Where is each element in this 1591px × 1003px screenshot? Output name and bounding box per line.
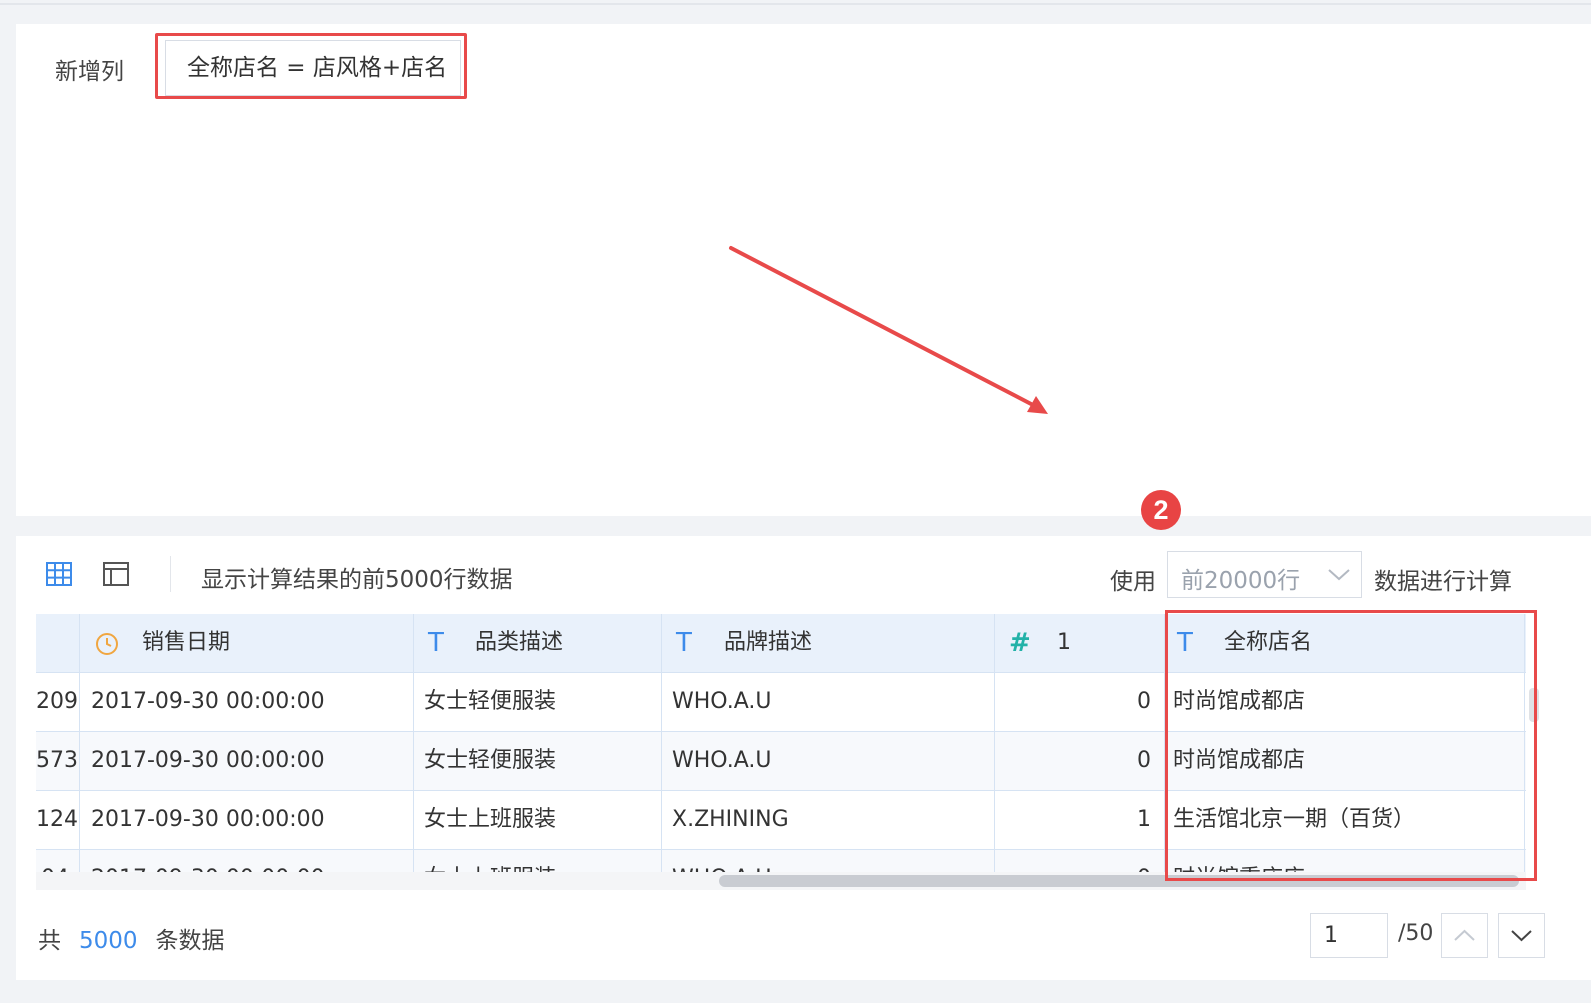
- cell-number: 0: [995, 673, 1165, 732]
- layout-view-icon[interactable]: [102, 560, 130, 588]
- cell-category: 女士上班服装: [414, 850, 662, 872]
- cell-brand: WHO.A.U: [662, 673, 995, 732]
- cell-category: 女士上班服装: [414, 791, 662, 850]
- cell-id: 573: [36, 732, 80, 791]
- header-cell-sales-date[interactable]: 销售日期: [80, 614, 414, 672]
- cell-number: 0: [995, 732, 1165, 791]
- text-type-icon: T: [428, 628, 444, 658]
- cell-category: 女士轻便服装: [414, 673, 662, 732]
- header-label: 销售日期: [142, 630, 231, 655]
- total-suffix: 条数据: [155, 928, 225, 954]
- toolbar-divider: [170, 556, 171, 592]
- chevron-down-icon: [1328, 569, 1350, 581]
- cell-brand: X.ZHINING: [662, 791, 995, 850]
- cell-sales-date: 2017-09-30 00:00:00: [80, 673, 414, 732]
- result-column-highlight-box: [1165, 610, 1537, 881]
- header-cell-id[interactable]: [36, 614, 80, 672]
- header-label: 1: [1057, 630, 1071, 655]
- page-total: /50: [1398, 921, 1434, 946]
- cell-sales-date: 2017-09-30 00:00:00: [80, 791, 414, 850]
- cell-number: 1: [995, 791, 1165, 850]
- row-count-select[interactable]: 前20000行: [1167, 551, 1362, 598]
- header-cell-brand[interactable]: T 品牌描述: [662, 614, 995, 672]
- header-cell-category[interactable]: T 品类描述: [414, 614, 662, 672]
- cell-sales-date: 2017-09-30 00:00:00: [80, 732, 414, 791]
- page-number-input[interactable]: 1: [1310, 913, 1388, 958]
- next-page-button[interactable]: [1498, 913, 1545, 958]
- chevron-up-icon: [1454, 929, 1475, 941]
- result-info-text: 显示计算结果的前5000行数据: [201, 567, 513, 593]
- prev-page-button[interactable]: [1441, 913, 1488, 958]
- cell-sales-date: 2017-09-30 00:00:00: [80, 850, 414, 872]
- clock-icon: [96, 633, 118, 655]
- cell-number: 0: [995, 850, 1165, 872]
- header-cell-number[interactable]: # 1: [995, 614, 1165, 672]
- calc-label: 数据进行计算: [1374, 569, 1512, 595]
- number-type-icon: #: [1009, 628, 1031, 658]
- cell-id: 124: [36, 791, 80, 850]
- cell-brand: WHO.A.U: [662, 732, 995, 791]
- step-badge: 2: [1141, 490, 1181, 530]
- total-prefix: 共: [38, 928, 61, 954]
- text-type-icon: T: [676, 628, 692, 658]
- cell-brand: WHO.A.U: [662, 850, 995, 872]
- cell-id: 209: [36, 673, 80, 732]
- total-count-text: 共 5000 条数据: [38, 921, 225, 955]
- cell-category: 女士轻便服装: [414, 732, 662, 791]
- use-label: 使用: [1110, 569, 1156, 595]
- total-count: 5000: [79, 928, 138, 954]
- grid-view-icon[interactable]: [45, 560, 73, 588]
- cell-id: 04: [36, 850, 80, 872]
- row-count-select-value: 前20000行: [1181, 568, 1301, 594]
- header-label: 品类描述: [475, 630, 564, 655]
- header-label: 品牌描述: [724, 630, 813, 655]
- chevron-down-icon: [1511, 930, 1532, 942]
